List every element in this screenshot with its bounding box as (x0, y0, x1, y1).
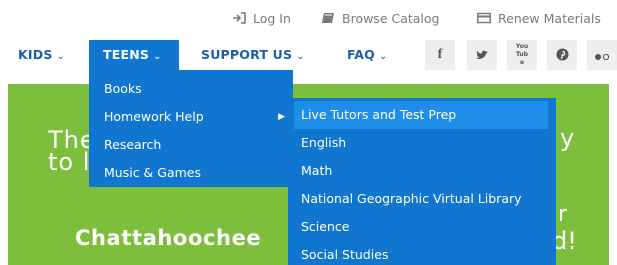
nav-teens-label: TEENS (103, 47, 150, 62)
submenu-item-live-tutors[interactable]: Live Tutors and Test Prep (294, 101, 548, 129)
submenu-item-label: Social Studies (301, 247, 389, 262)
renew-materials-label: Renew Materials (498, 10, 601, 26)
facebook-button[interactable]: f (425, 40, 455, 70)
chevron-down-icon: ⌄ (379, 51, 388, 62)
chevron-down-icon: ⌄ (296, 51, 305, 62)
nav-faq[interactable]: FAQ ⌄ (347, 40, 388, 70)
flickr-button[interactable] (587, 40, 617, 70)
hero-line3-end: r (558, 202, 568, 227)
submenu-item-label: Math (301, 163, 333, 178)
teens-dropdown-menu: Books Homework Help ▶ Research Music & G… (89, 70, 293, 187)
menu-item-label: Research (104, 137, 162, 152)
nav-support-label: SUPPORT US (201, 47, 293, 62)
card-icon (476, 11, 492, 25)
book-icon (320, 11, 336, 25)
nav-faq-label: FAQ (347, 47, 376, 62)
menu-item-homework-help[interactable]: Homework Help ▶ (89, 103, 293, 131)
chevron-right-icon: ▶ (278, 112, 285, 122)
nav-teens[interactable]: TEENS ⌄ (89, 40, 179, 70)
nav-kids-label: KIDS (18, 47, 53, 62)
menu-item-music-games[interactable]: Music & Games (89, 159, 293, 187)
flickr-icon (594, 46, 610, 65)
submenu-item-math[interactable]: Math (288, 157, 556, 185)
submenu-item-label: Live Tutors and Test Prep (301, 107, 457, 122)
browse-catalog-label: Browse Catalog (342, 10, 440, 26)
submenu-item-science[interactable]: Science (288, 213, 556, 241)
submenu-item-natgeo-library[interactable]: National Geographic Virtual Library (288, 185, 556, 213)
nav-kids[interactable]: KIDS ⌄ (18, 40, 65, 70)
menu-item-label: Music & Games (104, 165, 201, 180)
chevron-down-icon: ⌄ (153, 51, 162, 62)
submenu-item-english[interactable]: English (288, 129, 556, 157)
submenu-item-social-studies[interactable]: Social Studies (288, 241, 556, 265)
homework-help-submenu: Live Tutors and Test Prep English Math N… (288, 98, 556, 265)
hero-brand-text: Chattahoochee (75, 226, 262, 250)
facebook-icon: f (437, 47, 443, 62)
hero-line2-start: to l (48, 148, 91, 176)
hero-line1-end: y (560, 124, 575, 152)
browse-catalog-link[interactable]: Browse Catalog (320, 9, 440, 27)
menu-item-books[interactable]: Books (89, 75, 293, 103)
renew-materials-link[interactable]: Renew Materials (476, 9, 601, 27)
pinterest-button[interactable] (547, 40, 577, 70)
submenu-item-label: National Geographic Virtual Library (301, 191, 522, 206)
youtube-icon: You Tube (514, 43, 530, 67)
login-label: Log In (253, 10, 291, 26)
twitter-button[interactable] (467, 40, 497, 70)
pinterest-icon (556, 46, 569, 65)
sign-in-icon (231, 11, 247, 25)
youtube-icon-text: You Tube (515, 43, 529, 66)
nav-support-us[interactable]: SUPPORT US ⌄ (201, 40, 305, 70)
submenu-item-label: Science (301, 219, 350, 234)
login-link[interactable]: Log In (231, 9, 291, 27)
submenu-item-label: English (301, 135, 347, 150)
youtube-button[interactable]: You Tube (507, 40, 537, 70)
menu-item-label: Homework Help (104, 109, 204, 124)
twitter-icon (475, 46, 489, 65)
chevron-down-icon: ⌄ (56, 51, 66, 62)
menu-item-label: Books (104, 81, 142, 96)
menu-item-research[interactable]: Research (89, 131, 293, 159)
